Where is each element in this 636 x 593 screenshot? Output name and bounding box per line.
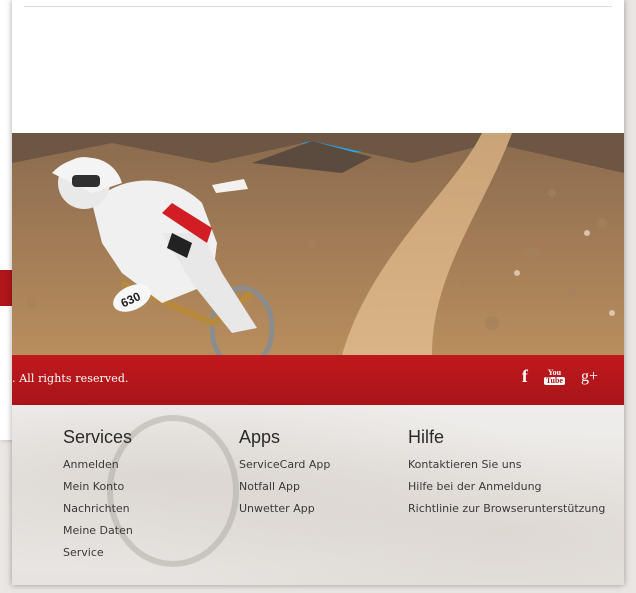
footer-column-services: Services Anmelden Mein Konto Nachrichten… <box>63 427 133 564</box>
social-links: f You Tube g+ <box>522 366 598 387</box>
link-unwetter-app[interactable]: Unwetter App <box>239 498 330 520</box>
divider <box>24 6 612 7</box>
facebook-icon[interactable]: f <box>522 366 528 387</box>
google-plus-icon[interactable]: g+ <box>581 368 598 386</box>
content-area <box>12 0 624 133</box>
link-servicecard-app[interactable]: ServiceCard App <box>239 454 330 476</box>
copyright-text: . All rights reserved. <box>12 372 129 385</box>
link-service[interactable]: Service <box>63 542 133 564</box>
footer-column-hilfe: Hilfe Kontaktieren Sie uns Hilfe bei der… <box>408 427 605 520</box>
footer-column-apps: Apps ServiceCard App Notfall App Unwette… <box>239 427 330 520</box>
link-mein-konto[interactable]: Mein Konto <box>63 476 133 498</box>
link-meine-daten[interactable]: Meine Daten <box>63 520 133 542</box>
column-title: Hilfe <box>408 427 445 447</box>
link-notfall-app[interactable]: Notfall App <box>239 476 330 498</box>
youtube-icon-tube: Tube <box>543 375 565 385</box>
link-kontakt[interactable]: Kontaktieren Sie uns <box>408 454 605 476</box>
footer-links: Services Anmelden Mein Konto Nachrichten… <box>12 405 624 585</box>
link-hilfe-anmeldung[interactable]: Hilfe bei der Anmeldung <box>408 476 605 498</box>
link-browser-richtlinie[interactable]: Richtlinie zur Browserunterstützung <box>408 498 605 520</box>
column-title: Services <box>63 427 133 447</box>
page-window: 630 . All rights reserved. f You Tube g+… <box>12 0 624 585</box>
footer-red-bar: . All rights reserved. f You Tube g+ <box>12 355 624 405</box>
column-title: Apps <box>239 427 281 447</box>
hero-image: 630 <box>12 133 624 355</box>
youtube-icon[interactable]: You Tube <box>543 368 565 385</box>
link-nachrichten[interactable]: Nachrichten <box>63 498 133 520</box>
link-anmelden[interactable]: Anmelden <box>63 454 133 476</box>
